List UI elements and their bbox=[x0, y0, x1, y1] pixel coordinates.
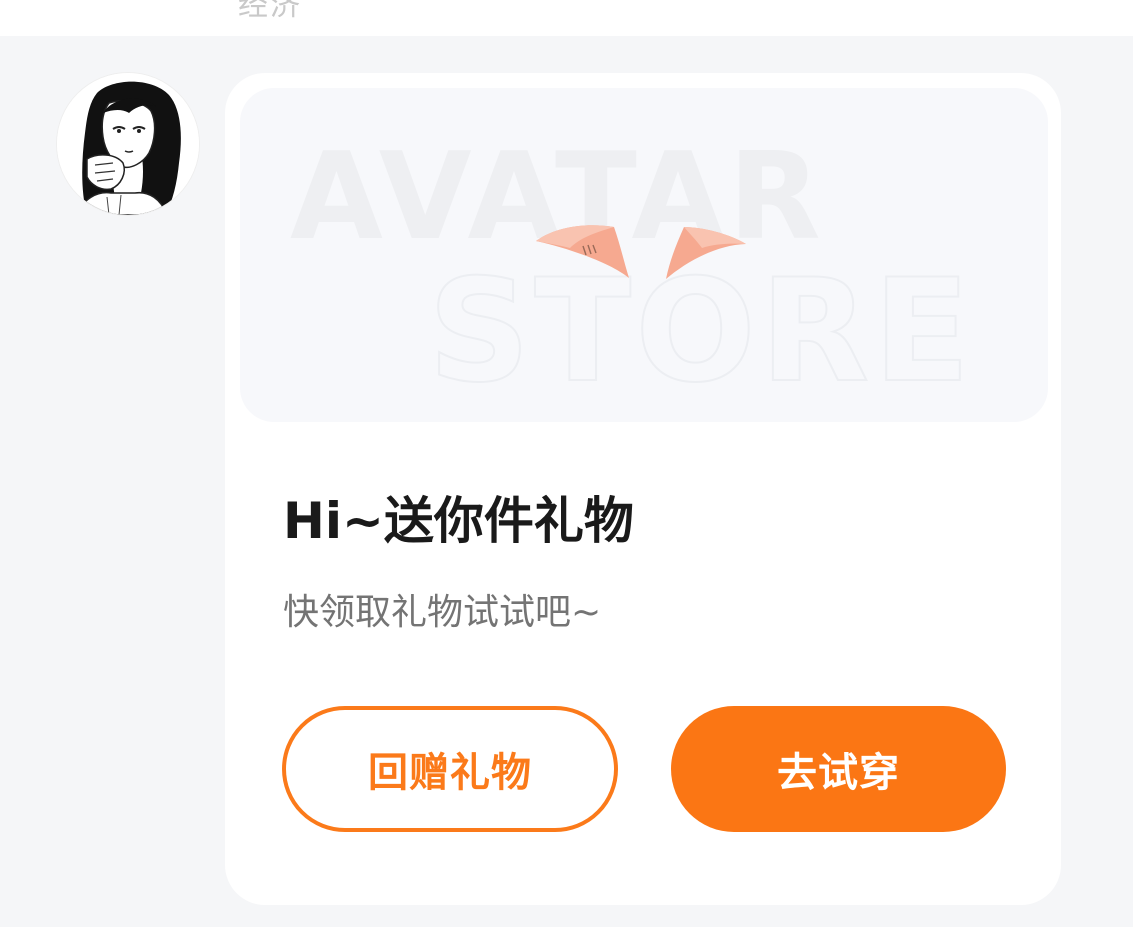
try-on-label: 去试穿 bbox=[777, 750, 900, 796]
top-bar: 经济 bbox=[0, 0, 1133, 36]
sender-avatar[interactable] bbox=[57, 73, 199, 215]
top-bar-partial-text: 经济 bbox=[238, 0, 302, 23]
gift-card: AVATAR STORE Hi~送你件礼物 快领取礼物试试吧~ 回赠礼物 去试穿 bbox=[225, 73, 1061, 905]
banner-watermark-store: STORE bbox=[428, 249, 974, 414]
gift-subtitle: 快领取礼物试试吧~ bbox=[283, 592, 602, 633]
return-gift-label: 回赠礼物 bbox=[368, 750, 532, 796]
gift-title: Hi~送你件礼物 bbox=[283, 492, 634, 550]
avatar-portrait-icon bbox=[57, 73, 199, 215]
try-on-button[interactable]: 去试穿 bbox=[671, 706, 1006, 832]
return-gift-button[interactable]: 回赠礼物 bbox=[282, 706, 618, 832]
gift-banner: AVATAR STORE bbox=[240, 88, 1048, 422]
